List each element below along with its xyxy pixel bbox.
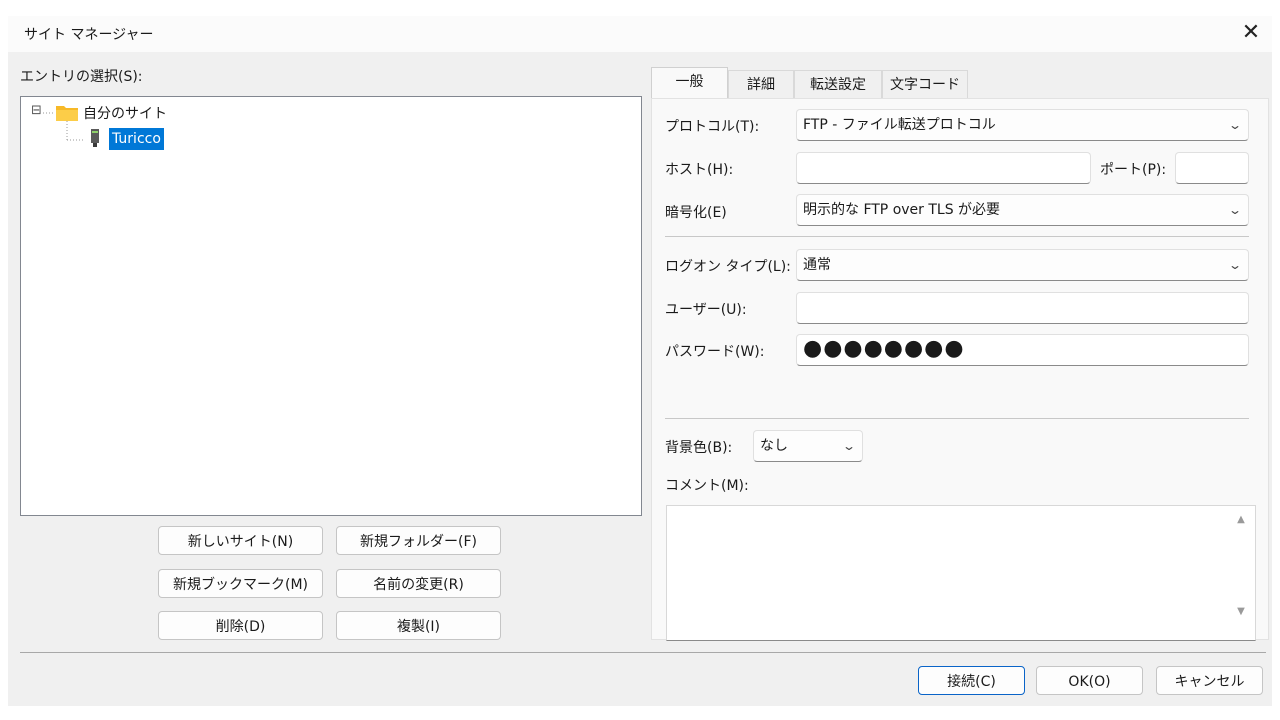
encryption-value: 明示的な FTP over TLS が必要 xyxy=(803,202,1001,218)
tab-charset[interactable]: 文字コード xyxy=(882,70,968,98)
encryption-select[interactable]: 明示的な FTP over TLS が必要 ⌄ xyxy=(796,194,1249,226)
cancel-button[interactable]: キャンセル xyxy=(1156,666,1263,695)
scroll-up-icon[interactable]: ▲ xyxy=(1231,514,1251,530)
chevron-down-icon: ⌄ xyxy=(1227,203,1243,217)
tab-transfer-settings[interactable]: 転送設定 xyxy=(794,70,882,98)
chevron-down-icon: ⌄ xyxy=(1227,258,1243,272)
separator xyxy=(665,418,1249,419)
protocol-label: プロトコル(T): xyxy=(665,119,760,135)
user-label: ユーザー(U): xyxy=(665,302,747,318)
tree-root-label[interactable]: 自分のサイト xyxy=(83,103,167,123)
bgcolor-value: なし xyxy=(760,438,788,454)
chevron-down-icon: ⌄ xyxy=(841,439,857,453)
rename-button[interactable]: 名前の変更(R) xyxy=(336,569,501,598)
chevron-down-icon: ⌄ xyxy=(1227,118,1243,132)
delete-button[interactable]: 削除(D) xyxy=(158,611,323,640)
port-label: ポート(P): xyxy=(1100,162,1167,178)
protocol-value: FTP - ファイル転送プロトコル xyxy=(803,117,996,133)
new-site-button[interactable]: 新しいサイト(N) xyxy=(158,526,323,555)
window-title: サイト マネージャー xyxy=(24,27,154,43)
tab-advanced[interactable]: 詳細 xyxy=(728,70,794,98)
ok-button[interactable]: OK(O) xyxy=(1036,666,1143,695)
connect-button[interactable]: 接続(C) xyxy=(918,666,1025,695)
password-label: パスワード(W): xyxy=(665,344,765,360)
host-input[interactable] xyxy=(796,152,1091,184)
title-bar: サイト マネージャー ✕ xyxy=(8,16,1272,52)
password-input[interactable]: ●●●●●●●● xyxy=(796,334,1249,366)
folder-icon xyxy=(55,103,79,127)
footer-separator xyxy=(20,652,1266,653)
close-icon[interactable]: ✕ xyxy=(1236,18,1266,48)
bgcolor-select[interactable]: なし ⌄ xyxy=(753,430,863,462)
duplicate-button[interactable]: 複製(I) xyxy=(336,611,501,640)
logon-type-value: 通常 xyxy=(803,257,831,273)
scroll-down-icon[interactable]: ▼ xyxy=(1231,606,1251,622)
tree-collapse-icon[interactable]: ⊟ xyxy=(31,103,42,118)
site-manager-dialog: サイト マネージャー ✕ エントリの選択(S): ⊟ 自分のサイト Turicc… xyxy=(8,16,1272,706)
protocol-select[interactable]: FTP - ファイル転送プロトコル ⌄ xyxy=(796,109,1249,141)
user-input[interactable] xyxy=(796,292,1249,324)
new-folder-button[interactable]: 新規フォルダー(F) xyxy=(336,526,501,555)
tree-item-turicco[interactable]: Turicco xyxy=(109,128,164,150)
comment-label: コメント(M): xyxy=(665,478,749,494)
separator xyxy=(665,236,1249,237)
new-bookmark-button[interactable]: 新規ブックマーク(M) xyxy=(158,569,323,598)
bgcolor-label: 背景色(B): xyxy=(665,440,733,456)
logon-type-label: ログオン タイプ(L): xyxy=(665,259,791,275)
host-label: ホスト(H): xyxy=(665,162,734,178)
comment-textarea[interactable] xyxy=(666,505,1256,641)
logon-type-select[interactable]: 通常 ⌄ xyxy=(796,249,1249,281)
tab-general[interactable]: 一般 xyxy=(651,67,728,98)
server-icon xyxy=(89,128,101,152)
entry-select-label: エントリの選択(S): xyxy=(20,69,143,85)
port-input[interactable] xyxy=(1175,152,1249,184)
encryption-label: 暗号化(E) xyxy=(665,205,727,221)
site-tree[interactable]: ⊟ 自分のサイト Turicco xyxy=(20,96,642,516)
